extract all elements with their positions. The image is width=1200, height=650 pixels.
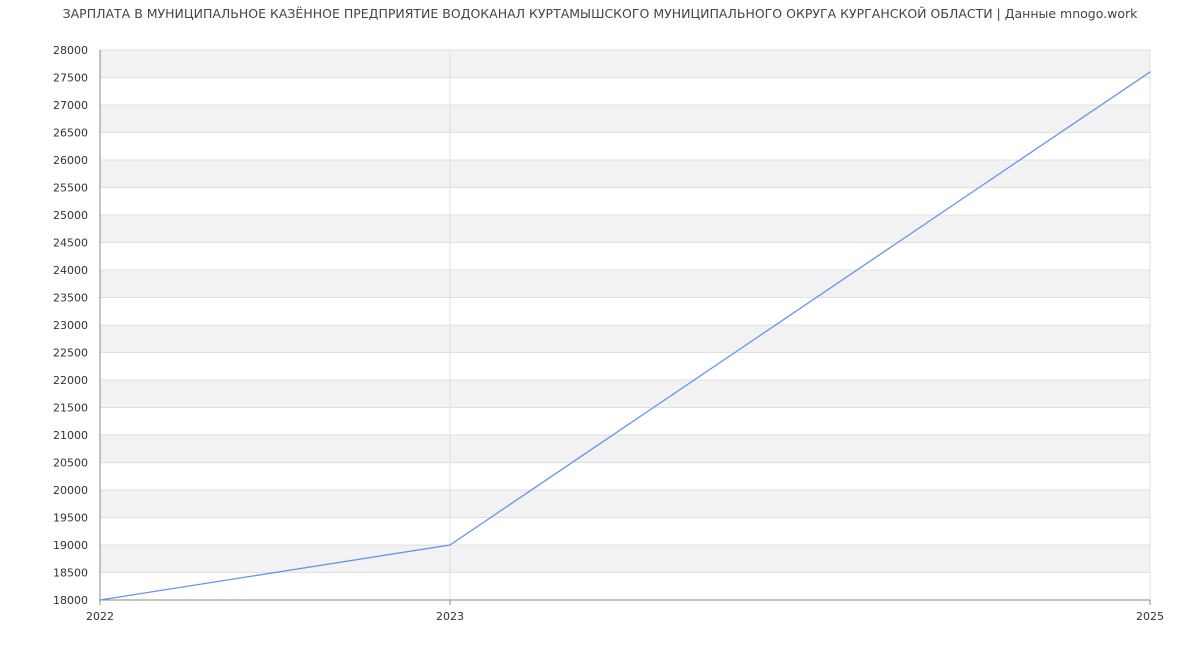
y-tick-label: 20000 — [53, 484, 88, 497]
grid-band — [100, 545, 1150, 573]
y-tick-label: 28000 — [53, 44, 88, 57]
y-tick-label: 26500 — [53, 127, 88, 140]
grid-band — [100, 435, 1150, 463]
grid-band — [100, 187, 1150, 215]
x-tick-label: 2022 — [86, 610, 114, 623]
y-tick-label: 25000 — [53, 209, 88, 222]
grid-band — [100, 297, 1150, 325]
chart-container: ЗАРПЛАТА В МУНИЦИПАЛЬНОЕ КАЗЁННОЕ ПРЕДПР… — [0, 0, 1200, 650]
y-tick-label: 21000 — [53, 429, 88, 442]
grid-band — [100, 132, 1150, 160]
grid-band — [100, 242, 1150, 270]
x-tick-label: 2023 — [436, 610, 464, 623]
grid-band — [100, 490, 1150, 518]
x-tick-label: 2025 — [1136, 610, 1164, 623]
grid-band — [100, 407, 1150, 435]
grid-band — [100, 325, 1150, 353]
data-point — [1149, 71, 1151, 73]
grid-band — [100, 572, 1150, 600]
grid-band — [100, 517, 1150, 545]
grid-band — [100, 270, 1150, 298]
grid-band — [100, 77, 1150, 105]
y-tick-label: 23500 — [53, 292, 88, 305]
grid-band — [100, 462, 1150, 490]
y-tick-label: 20500 — [53, 457, 88, 470]
data-point — [449, 544, 451, 546]
y-tick-label: 24500 — [53, 237, 88, 250]
grid-band — [100, 105, 1150, 133]
y-tick-label: 22000 — [53, 374, 88, 387]
grid-band — [100, 215, 1150, 243]
grid-band — [100, 50, 1150, 78]
y-tick-label: 27000 — [53, 99, 88, 112]
y-tick-label: 18000 — [53, 594, 88, 607]
grid-band — [100, 380, 1150, 408]
y-tick-label: 19000 — [53, 539, 88, 552]
y-tick-label: 24000 — [53, 264, 88, 277]
grid-band — [100, 160, 1150, 188]
y-tick-label: 23000 — [53, 319, 88, 332]
y-tick-label: 22500 — [53, 347, 88, 360]
y-tick-label: 18500 — [53, 567, 88, 580]
y-tick-label: 26000 — [53, 154, 88, 167]
data-point — [99, 599, 101, 601]
y-tick-label: 19500 — [53, 512, 88, 525]
grid-band — [100, 352, 1150, 380]
line-chart: 18000 18500 19000 19500 20000 20500 21000 21500… — [53, 44, 1164, 623]
y-tick-label: 21500 — [53, 402, 88, 415]
y-tick-label: 25500 — [53, 182, 88, 195]
y-tick-label: 27500 — [53, 72, 88, 85]
